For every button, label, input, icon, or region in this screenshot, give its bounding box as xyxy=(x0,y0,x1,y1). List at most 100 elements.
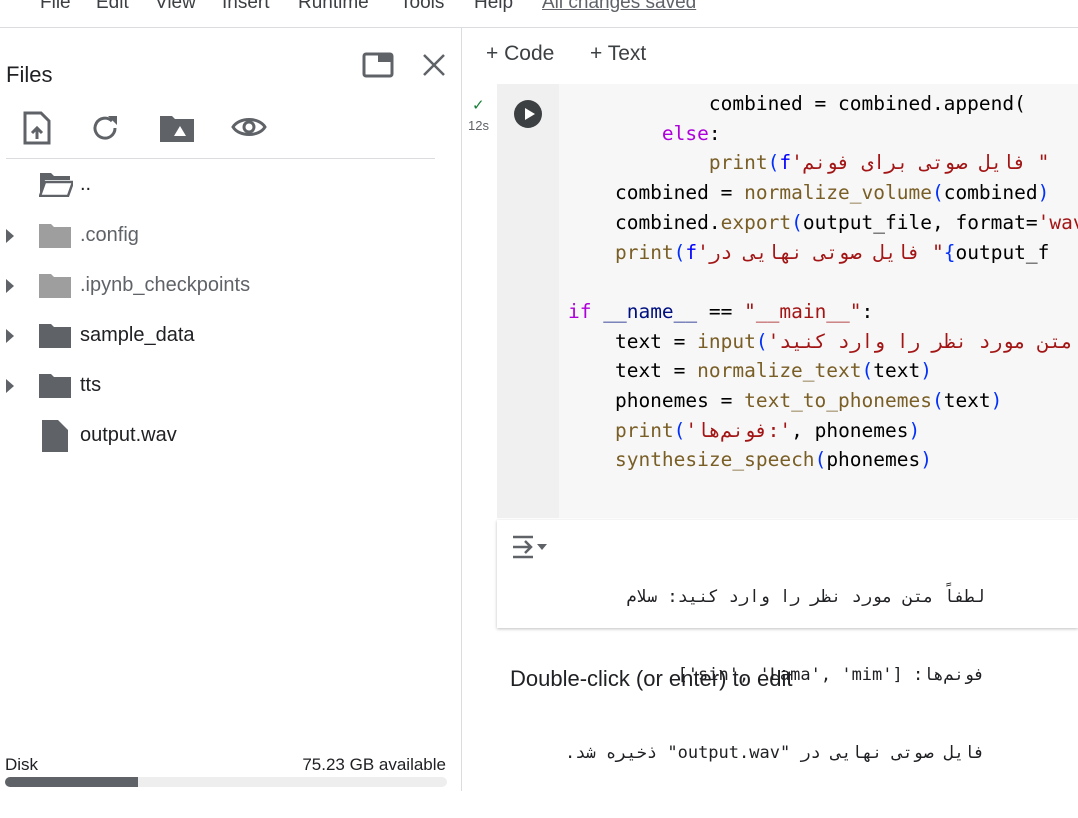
expand-icon[interactable] xyxy=(6,229,14,243)
tree-item-sample-data[interactable]: sample_data xyxy=(0,316,450,356)
code-cell[interactable]: ✓ 12s combined = combined.append( else: … xyxy=(462,84,1078,575)
upload-file-icon[interactable] xyxy=(23,111,51,145)
code-token: ( xyxy=(814,448,827,472)
code-line: phonemes = text_to_phonemes(text) xyxy=(568,386,1002,416)
expand-icon[interactable] xyxy=(6,279,14,293)
code-token: ) xyxy=(1037,181,1050,205)
menu-tools[interactable]: Tools xyxy=(400,0,444,14)
code-token: normalize_volume xyxy=(744,181,932,205)
code-token: f xyxy=(779,151,792,175)
files-sidebar: Files .. .config .ipynb_checkpoints samp… xyxy=(0,28,462,791)
code-token: normalize_text xyxy=(697,359,862,383)
disk-available: 75.23 GB available xyxy=(302,755,446,774)
folder-icon xyxy=(39,224,71,248)
tree-item-label: sample_data xyxy=(80,324,195,346)
code-token: 'فایل صوتی نهایی در " xyxy=(697,240,944,264)
output-actions-icon[interactable] xyxy=(511,534,551,560)
code-line: combined = normalize_volume(combined) xyxy=(568,178,1049,208)
code-line: text = input('متن مورد نظر را وارد کنید xyxy=(568,327,1073,357)
expand-icon[interactable] xyxy=(6,379,14,393)
code-token: f xyxy=(685,240,698,264)
code-token: if xyxy=(568,299,592,323)
expand-icon[interactable] xyxy=(6,329,14,343)
notebook-main: + Code + Text ✓ 12s combined = combined.… xyxy=(462,28,1078,791)
add-text-button[interactable]: + Text xyxy=(590,42,646,66)
code-token: ) xyxy=(920,359,932,383)
code-token: ) xyxy=(990,389,1003,412)
tree-item-config[interactable]: .config xyxy=(0,216,450,256)
toggle-tab-icon[interactable] xyxy=(362,52,394,78)
eye-icon[interactable] xyxy=(231,115,267,139)
tree-item-label: .. xyxy=(80,173,92,195)
code-line: combined.export(output_file, format='wav xyxy=(568,208,1078,238)
menu-edit[interactable]: Edit xyxy=(96,0,129,14)
cell-output: لطفاً متن مورد نظر را وارد کنید: سلام فو… xyxy=(497,520,1078,763)
code-token: text xyxy=(943,389,991,412)
cell-gutter xyxy=(497,84,559,518)
mount-drive-icon[interactable] xyxy=(160,114,194,142)
menu-help[interactable]: Help xyxy=(474,0,513,14)
code-token: output_f xyxy=(955,240,1050,264)
code-editor[interactable]: combined = combined.append( else: print(… xyxy=(559,84,1078,518)
file-icon xyxy=(42,420,68,452)
code-token: ( xyxy=(861,359,874,383)
code-token: combined xyxy=(943,181,1038,205)
code-token: ( xyxy=(767,151,780,175)
folder-icon xyxy=(39,374,71,398)
code-line: print(f'فایل صوتی نهایی در "{output_f xyxy=(568,238,1049,268)
code-token: "__main__" xyxy=(744,299,862,323)
sidebar-title: Files xyxy=(6,62,53,87)
tree-item-parent[interactable]: .. xyxy=(0,165,450,205)
tree-item-ipynb-checkpoints[interactable]: .ipynb_checkpoints xyxy=(0,266,450,306)
code-token: combined. xyxy=(568,210,721,234)
menu-view[interactable]: View xyxy=(155,0,196,14)
code-token: ) xyxy=(920,448,932,472)
code-token: else xyxy=(661,121,709,145)
text-cell-placeholder[interactable]: Double-click (or enter) to edit xyxy=(510,666,792,692)
folder-open-icon xyxy=(39,173,73,197)
divider xyxy=(6,158,435,159)
code-token: phonemes xyxy=(826,448,921,472)
code-token: print xyxy=(614,240,674,264)
check-icon: ✓ xyxy=(472,97,485,114)
code-line: print(f'فایل صوتی برای فونم " xyxy=(568,148,1050,178)
code-token: export xyxy=(720,210,792,234)
code-token: input xyxy=(697,329,756,353)
code-token: text = xyxy=(568,359,698,383)
add-code-button[interactable]: + Code xyxy=(486,42,554,66)
code-token: synthesize_speech xyxy=(614,448,815,472)
output-line: فایل صوتی نهایی در "output.wav" ذخیره شد… xyxy=(565,743,985,763)
menu-runtime[interactable]: Runtime xyxy=(298,0,369,14)
disk-usage-bar xyxy=(5,777,447,787)
disk-label: Disk xyxy=(5,755,39,774)
code-token: output_file, format= xyxy=(802,210,1038,234)
code-token: 'فایل صوتی برای فونم " xyxy=(791,151,1050,175)
code-token: ) xyxy=(908,418,921,442)
menu-insert[interactable]: Insert xyxy=(222,0,270,14)
code-token: text xyxy=(873,359,921,383)
code-line: if __name__ == "__main__": xyxy=(568,297,873,327)
save-status[interactable]: All changes saved xyxy=(542,0,696,14)
close-icon[interactable] xyxy=(422,53,446,77)
tree-item-tts[interactable]: tts xyxy=(0,366,450,406)
code-token: ( xyxy=(673,240,686,264)
code-token: : xyxy=(708,121,721,145)
tree-item-output-wav[interactable]: output.wav xyxy=(0,416,450,456)
folder-icon xyxy=(39,324,71,348)
code-line: combined = combined.append( xyxy=(568,89,1026,119)
menu-file[interactable]: File xyxy=(40,0,71,14)
run-cell-button[interactable] xyxy=(514,100,542,128)
code-token: : xyxy=(861,299,874,323)
code-line: text = normalize_text(text) xyxy=(568,356,932,386)
menu-bar: File Edit View Insert Runtime Tools Help… xyxy=(0,0,1078,28)
refresh-icon[interactable] xyxy=(91,113,121,143)
code-token: 'wav xyxy=(1037,210,1078,234)
tree-item-label: output.wav xyxy=(80,424,177,446)
code-token: text = xyxy=(568,329,698,353)
tree-item-label: .config xyxy=(80,224,139,246)
